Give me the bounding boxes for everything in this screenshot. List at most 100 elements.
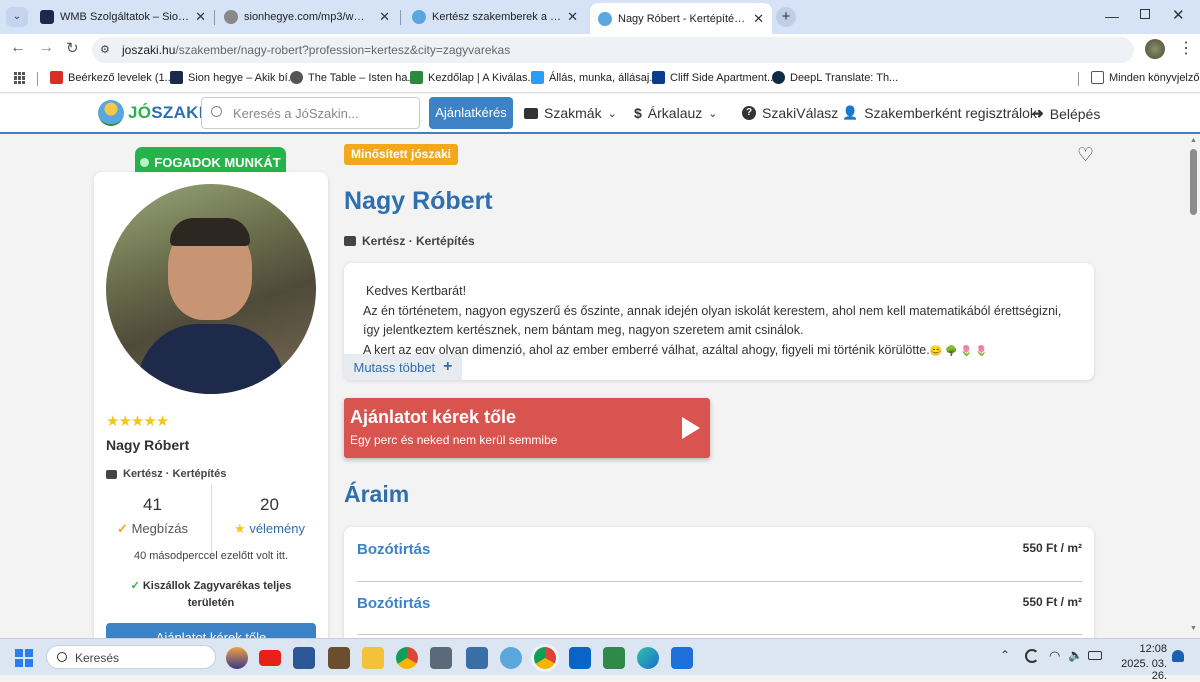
page-scrollbar[interactable]: ▲ ▼ [1188,135,1200,638]
show-more-button[interactable]: Mutass többet + [344,354,462,380]
app-icon[interactable] [466,647,488,669]
globe-favicon-icon [224,10,238,24]
bookmark-item[interactable]: Sion hegye – Akik bí... [170,71,297,84]
nav-szakivalasz[interactable]: ? SzakiVálasz [742,105,838,121]
close-tab-icon[interactable]: ✕ [753,11,764,27]
notification-bell-icon[interactable] [1172,650,1184,662]
price-item-value: 550 Ft / m² [1022,595,1082,609]
url-host: joszaki.hu [122,43,176,57]
taskbar-search[interactable]: Keresés [46,645,216,669]
price-row: Bozótirtás 550 Ft / m² [357,582,1082,635]
apps-grid-icon[interactable] [14,72,26,84]
play-arrow-icon [682,417,700,439]
scroll-up-arrow-icon[interactable]: ▲ [1190,137,1197,144]
app-widget-icon[interactable] [226,647,248,669]
address-bar[interactable]: ⚙ joszaki.hu/szakember/nagy-robert?profe… [92,37,1134,63]
browser-tab[interactable]: sionhegye.com/mp3/wmb/Szél ✕ [216,5,398,29]
offer-request-button[interactable]: Ajánlatot kérek tőle Egy perc és neked n… [344,398,710,458]
side-request-offer-button[interactable]: Ajánlatot kérek tőle [106,623,316,638]
browser-tab-active[interactable]: Nagy Róbert - Kertépítés, Kerté ✕ [590,3,772,34]
jobs-label: ✓ Megbízás [94,521,211,537]
volume-icon[interactable]: 🔈 [1068,648,1083,662]
reviews-label-text: vélemény [249,521,305,536]
battery-icon[interactable] [1088,651,1102,660]
nav-arkalauz[interactable]: $ Árkalauz ⌄ [634,105,717,121]
nav-szakmak[interactable]: Szakmák ⌄ [524,105,617,121]
bookmark-item[interactable]: Kezdőlap | A Kiválas... [410,71,537,84]
bookmark-label: The Table – Isten ha... [308,71,417,84]
sion-icon [170,71,183,84]
new-tab-button[interactable]: + [776,7,796,27]
nav-label: SzakiVálasz [762,105,839,121]
windows-taskbar: Keresés ⌃ ◠ 🔈 12:08 2025. 03. 26. [0,638,1200,682]
profile-card: ★★★★★ Nagy Róbert Kertész · Kertépítés 4… [94,172,328,638]
bookmark-item[interactable]: Állás, munka, állásaj... [531,71,658,84]
clock-date[interactable]: 2025. 03. 26. [1108,658,1167,682]
chrome-active-icon[interactable] [534,647,556,669]
bookmark-item[interactable]: DeepL Translate: Th... [772,71,898,84]
windows-start-icon[interactable] [15,649,33,667]
calendar-icon[interactable] [671,647,693,669]
word-icon[interactable] [293,647,315,669]
close-tab-icon[interactable]: ✕ [379,9,390,25]
nav-register[interactable]: 👤 Szakemberként regisztrálok [842,105,1037,121]
profile-page: FOGADOK MUNKÁT ★★★★★ Nagy Róbert Kertész… [0,135,1188,638]
chrome-icon[interactable] [396,647,418,669]
browser-menu-icon[interactable]: ⋮ [1178,38,1194,58]
all-bookmarks-folder[interactable]: Minden könyvjelző [1091,71,1200,84]
briefcase-icon [344,236,356,246]
tab-list-button[interactable]: ⌄ [6,7,28,27]
browser-tab[interactable]: WMB Szolgáltatok – Sion hegye ✕ [32,5,214,29]
profile-photo [106,184,316,394]
intro-card: Kedves Kertbarát! Az én történetem, nagy… [344,263,1094,380]
scroll-down-arrow-icon[interactable]: ▼ [1190,625,1197,632]
badge-label: FOGADOK MUNKÁT [154,154,281,170]
browser-tab-strip: ⌄ WMB Szolgáltatok – Sion hegye ✕ sionhe… [0,0,1200,34]
jobs-count: 41 [143,495,162,514]
offer-title: Ajánlatot kérek tőle [350,407,517,427]
nav-login[interactable]: ➜ Belépés [1032,105,1100,122]
sign-in-icon: ➜ [1032,105,1044,121]
profile-avatar-icon[interactable] [1145,39,1165,59]
joszaki-logo[interactable]: JÓSZAKI [98,100,204,126]
browser-tab[interactable]: Kertész szakemberek a közeled ✕ [404,5,586,29]
calculator-icon[interactable] [430,647,452,669]
reload-icon[interactable]: ↻ [66,39,79,57]
show-hidden-icons-icon[interactable]: ⌃ [1000,648,1010,662]
sync-status-icon[interactable] [1025,649,1039,663]
reviews-link[interactable]: ★ vélemény [211,521,328,537]
site-info-icon[interactable]: ⚙ [100,43,114,57]
clock-time[interactable]: 12:08 [1115,643,1167,655]
bookmark-label: Állás, munka, állásaj... [549,71,659,84]
joszaki-favicon-icon [598,11,612,26]
minimize-window-icon[interactable]: — [1105,8,1119,24]
close-tab-icon[interactable]: ✕ [567,9,578,25]
bookmark-item[interactable]: The Table – Isten ha... [290,71,417,84]
price-item-name[interactable]: Bozótirtás [357,541,430,558]
youtube-icon[interactable] [259,650,281,666]
check-icon: ✓ [130,580,140,592]
back-icon[interactable]: ← [10,39,26,57]
favorite-heart-icon[interactable]: ♡ [1077,144,1094,167]
bookmark-item[interactable]: Beérkező levelek (1... [50,71,174,84]
scrollbar-thumb[interactable] [1190,149,1197,215]
request-offer-nav-button[interactable]: Ajánlatkérés [429,97,513,129]
chevron-down-icon: ⌄ [708,107,718,120]
remote-desktop-icon[interactable] [603,647,625,669]
joszaki-app-icon[interactable] [500,647,522,669]
edge-icon[interactable] [637,647,659,669]
prices-heading: Áraim [344,481,410,507]
close-window-icon[interactable]: ✕ [1172,6,1185,24]
forward-icon[interactable]: → [38,39,54,57]
book-app-icon[interactable] [328,647,350,669]
price-item-name[interactable]: Bozótirtás [357,595,430,612]
bookmark-item[interactable]: Cliff Side Apartment... [652,71,776,84]
mail-icon[interactable] [569,647,591,669]
site-search-input[interactable]: Keresés a JóSzakin... [201,97,420,129]
close-tab-icon[interactable]: ✕ [195,9,206,25]
dollar-icon: $ [634,105,642,121]
file-explorer-icon[interactable] [362,647,384,669]
restore-window-icon[interactable] [1140,9,1150,19]
price-item-value: 550 Ft / m² [1022,541,1082,555]
wifi-icon[interactable]: ◠ [1049,648,1060,664]
